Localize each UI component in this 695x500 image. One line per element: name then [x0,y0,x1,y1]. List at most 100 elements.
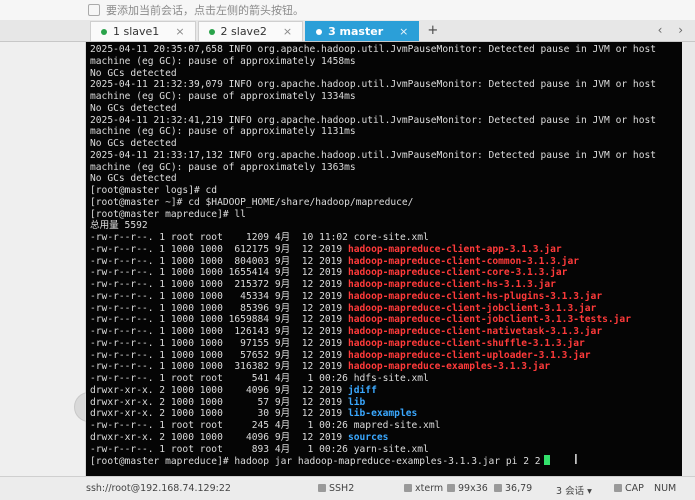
terminal-line: -rw-r--r--. 1 1000 1000 316382 9月 12 201… [90,361,682,373]
terminal-text: machine (eg GC): pause of approximately … [90,55,356,67]
terminal-line: machine (eg GC): pause of approximately … [90,126,682,138]
tab-scroll-arrows[interactable]: ‹ › [658,23,689,37]
status-term: xterm [404,483,443,494]
status-connection: ssh://root@192.168.74.129:22 [86,483,231,494]
terminal-line: machine (eg GC): pause of approximately … [90,91,682,103]
terminal-text: drwxr-xr-x. 2 1000 1000 57 9月 12 2019 [90,396,348,408]
terminal-line: drwxr-xr-x. 2 1000 1000 4096 9月 12 2019 … [90,385,682,397]
close-tab-icon[interactable]: × [175,25,184,38]
directory-name: lib [347,396,366,408]
terminal-icon [404,484,412,492]
chevron-down-icon[interactable]: ▾ [587,486,592,497]
status-caps: CAP [614,483,644,494]
add-tab-button[interactable]: + [427,23,438,38]
terminal-text: -rw-r--r--. 1 1000 1000 85396 9月 12 2019 [90,302,348,314]
left-side-panel [0,42,104,476]
terminal-text: [root@master logs]# cd [90,185,218,196]
terminal-line: [root@master logs]# cd [90,185,682,197]
terminal-text: machine (eg GC): pause of approximately … [90,126,356,138]
terminal-line: 2025-04-11 21:33:17,132 INFO org.apache.… [90,150,682,162]
terminal-line: 2025-04-11 20:35:07,658 INFO org.apache.… [90,44,682,56]
terminal-text: -rw-r--r--. 1 root root 1209 4月 10 11:02… [90,232,429,243]
terminal-line: 2025-04-11 21:32:39,079 INFO org.apache.… [90,79,682,91]
status-bar: ssh://root@192.168.74.129:22 SSH2 xterm … [0,476,695,500]
jar-file-name: hadoop-mapreduce-client-app-3.1.3.jar [347,243,562,255]
status-num: NUM [654,483,677,494]
directory-name: sources [347,431,389,443]
terminal-line: -rw-r--r--. 1 root root 541 4月 1 00:26 h… [90,373,682,385]
terminal-line: drwxr-xr-x. 2 1000 1000 4096 9月 12 2019 … [90,432,682,444]
tab-label: 2 slave2 [220,25,267,38]
connected-status-icon [316,28,323,35]
close-tab-icon[interactable]: × [283,25,292,38]
terminal-text: -rw-r--r--. 1 1000 1000 1659884 9月 12 20… [90,314,348,326]
terminal-output[interactable]: 2025-04-11 20:35:07,658 INFO org.apache.… [86,42,682,476]
terminal-text: drwxr-xr-x. 2 1000 1000 30 9月 12 2019 [90,408,348,420]
terminal-text: -rw-r--r--. 1 1000 1000 97155 9月 12 2019 [90,337,348,349]
tab-slave2[interactable]: 2 slave2 × [197,21,304,41]
terminal-text: 2025-04-11 21:32:41,219 INFO org.apache.… [90,114,657,126]
terminal-line: No GCs detected [90,138,682,150]
terminal-line: -rw-r--r--. 1 1000 1000 85396 9月 12 2019… [90,303,682,315]
jar-file-name: hadoop-mapreduce-client-hs-3.1.3.jar [347,279,556,290]
terminal-text: -rw-r--r--. 1 root root 245 4月 1 00:26 m… [90,420,441,431]
terminal-line: -rw-r--r--. 1 1000 1000 1655414 9月 12 20… [90,267,682,279]
status-size: 99x36 [447,483,488,494]
terminal-text: 2025-04-11 21:33:17,132 INFO org.apache.… [90,149,657,161]
terminal-line: -rw-r--r--. 1 root root 893 4月 1 00:26 y… [90,444,682,456]
jar-file-name: hadoop-mapreduce-client-hs-plugins-3.1.3… [347,290,603,302]
terminal-text: drwxr-xr-x. 2 1000 1000 4096 9月 12 2019 [90,384,348,396]
terminal-line: -rw-r--r--. 1 1000 1000 215372 9月 12 201… [90,279,682,291]
terminal-text: -rw-r--r--. 1 root root 893 4月 1 00:26 y… [90,443,429,455]
terminal-line: No GCs detected [90,103,682,115]
terminal-line: drwxr-xr-x. 2 1000 1000 57 9月 12 2019 li… [90,397,682,409]
jar-file-name: hadoop-mapreduce-client-uploader-3.1.3.j… [347,349,591,361]
text-cursor-icon: I [574,453,578,468]
jar-file-name: hadoop-mapreduce-client-core-3.1.3.jar [347,267,568,279]
terminal-text: [root@master mapreduce]# ll [90,208,246,220]
tab-label: 3 master [328,25,384,38]
status-sessions: 3 会话 ▾ [556,486,592,497]
terminal-text: 总用量 5592 [90,220,148,232]
connected-status-icon [208,28,215,35]
terminal-lines: 2025-04-11 20:35:07,658 INFO org.apache.… [90,44,682,467]
terminal-text: [root@master mapreduce]# hadoop jar hado… [90,456,541,468]
tab-master[interactable]: 3 master × [305,21,420,41]
terminal-line: -rw-r--r--. 1 1000 1000 57652 9月 12 2019… [90,350,682,362]
right-scroll-area[interactable] [682,42,695,476]
terminal-text: -rw-r--r--. 1 1000 1000 316382 9月 12 201… [90,361,348,373]
terminal-line: No GCs detected [90,173,682,185]
terminal-text: No GCs detected [90,102,177,114]
terminal-text: -rw-r--r--. 1 1000 1000 45334 9月 12 2019 [90,290,348,302]
terminal-line: drwxr-xr-x. 2 1000 1000 30 9月 12 2019 li… [90,408,682,420]
terminal-text: drwxr-xr-x. 2 1000 1000 4096 9月 12 2019 [90,431,348,443]
jar-file-name: hadoop-mapreduce-client-jobclient-3.1.3.… [347,302,597,314]
terminal-text: machine (eg GC): pause of approximately … [90,91,356,102]
tab-slave1[interactable]: 1 slave1 × [90,21,196,41]
terminal-text: -rw-r--r--. 1 root root 541 4月 1 00:26 h… [90,373,429,384]
terminal-text: No GCs detected [90,173,177,185]
directory-name: jdiff [347,384,377,396]
size-icon [447,484,455,492]
session-tabbar: 1 slave1 × 2 slave2 × 3 master × + ‹ › [0,20,695,42]
terminal-line: No GCs detected [90,68,682,80]
terminal-text: -rw-r--r--. 1 1000 1000 1655414 9月 12 20… [90,267,348,279]
terminal-line: [root@master ~]# cd $HADOOP_HOME/share/h… [90,197,682,209]
jar-file-name: hadoop-mapreduce-client-nativetask-3.1.3… [347,326,603,337]
terminal-text: 2025-04-11 20:35:07,658 INFO org.apache.… [90,44,657,55]
session-hint-bar: 要添加当前会话，点击左侧的箭头按钮。 [0,0,695,20]
terminal-text: machine (eg GC): pause of approximately … [90,161,356,173]
terminal-line: -rw-r--r--. 1 root root 245 4月 1 00:26 m… [90,420,682,432]
terminal-line: -rw-r--r--. 1 1000 1000 804003 9月 12 201… [90,256,682,268]
terminal-line: -rw-r--r--. 1 1000 1000 612175 9月 12 201… [90,244,682,256]
terminal-line: [root@master mapreduce]# hadoop jar hado… [90,455,682,467]
lock-icon [318,484,326,492]
close-tab-icon[interactable]: × [399,25,408,38]
terminal-text: -rw-r--r--. 1 1000 1000 612175 9月 12 201… [90,243,348,255]
terminal-line: -rw-r--r--. 1 1000 1000 45334 9月 12 2019… [90,291,682,303]
caps-icon [614,484,622,492]
terminal-text: No GCs detected [90,67,177,79]
terminal-line: -rw-r--r--. 1 root root 1209 4月 10 11:02… [90,232,682,244]
info-icon [88,4,100,16]
terminal-line: -rw-r--r--. 1 1000 1000 126143 9月 12 201… [90,326,682,338]
